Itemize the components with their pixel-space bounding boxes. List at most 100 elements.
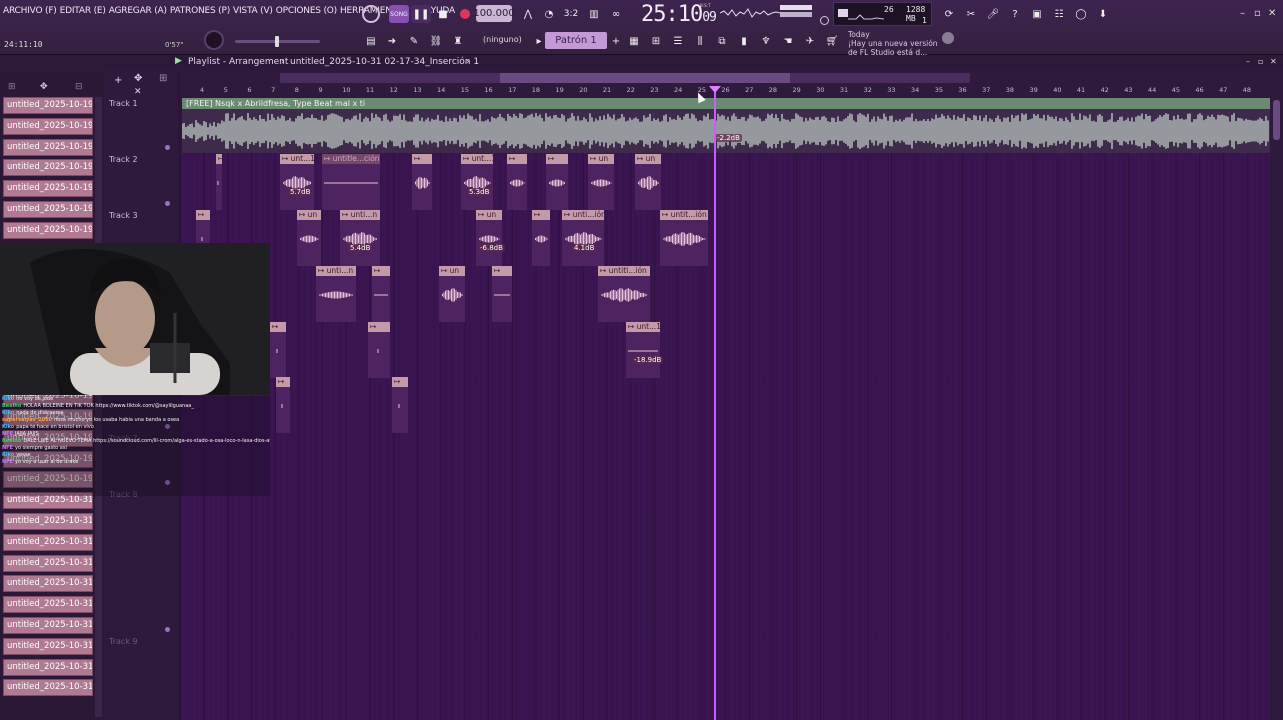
audio-clip[interactable]: ↦ unt...1 5.7dB: [280, 154, 314, 210]
audio-clip[interactable]: ↦: [270, 322, 286, 378]
track-2-enable-dot[interactable]: [165, 201, 170, 206]
track-3-label[interactable]: Track 3: [109, 211, 138, 220]
audio-clip[interactable]: ↦: [546, 154, 568, 210]
audio-clip[interactable]: ↦ untitl...ión 1: [598, 266, 650, 322]
track-2-label[interactable]: Track 2: [109, 155, 138, 164]
clip-header[interactable]: ↦: [196, 210, 210, 220]
browser-pattern-item[interactable]: untitled_2025-10-19 21-...: [3, 97, 93, 114]
audio-clip[interactable]: ↦ un: [588, 154, 614, 210]
browser-pattern-item[interactable]: untitled_2025-10-31 02-...: [3, 554, 93, 572]
audio-clip[interactable]: ↦ unti...n 1 5.4dB: [340, 210, 380, 266]
output-volume-icon[interactable]: [820, 16, 829, 25]
clip-header[interactable]: ↦ unti...n 1: [340, 210, 380, 220]
add-track-icon[interactable]: +: [114, 75, 122, 86]
track-close-icon[interactable]: ✕: [134, 87, 142, 97]
audio-clip[interactable]: ↦ unt...1 -18.9dB: [626, 322, 664, 378]
mixer-view-icon[interactable]: ⫼: [691, 32, 709, 50]
track-move-icon[interactable]: ✥: [134, 73, 142, 84]
clip-header[interactable]: ↦: [412, 154, 432, 164]
metronome-icon[interactable]: ⋀: [519, 5, 537, 23]
playhead[interactable]: [714, 88, 716, 720]
clip-header[interactable]: ↦: [368, 322, 390, 332]
audio-clip[interactable]: ↦ un: [635, 154, 661, 210]
clip-header[interactable]: ↦: [507, 154, 527, 164]
playhead-marker[interactable]: [709, 86, 721, 93]
browser-pattern-item[interactable]: untitled_2025-10-31 02-...: [3, 679, 93, 697]
audio-clip[interactable]: ↦: [276, 377, 290, 433]
add-pattern-icon[interactable]: +: [607, 32, 625, 50]
browser-pattern-item[interactable]: untitled_2025-10-31 02-...: [3, 658, 93, 676]
browser-pattern-item[interactable]: untitled_2025-10-31 02-...: [3, 512, 93, 530]
step-edit-icon[interactable]: ▥: [585, 5, 603, 23]
download-icon[interactable]: ⬇: [1094, 5, 1112, 23]
clip-header[interactable]: ↦ unt...1: [461, 154, 493, 164]
link-icon[interactable]: ⛓: [427, 32, 445, 50]
audio-clip[interactable]: ↦: [216, 154, 222, 210]
overview-selection[interactable]: [500, 73, 790, 83]
menu-add[interactable]: AGREGAR (A): [109, 6, 167, 16]
browser-move-icon[interactable]: ✥: [40, 82, 48, 92]
clip-header[interactable]: ↦ untitle...ción 1: [322, 154, 380, 164]
track-1-enable-dot[interactable]: [165, 145, 170, 150]
clip-header[interactable]: ↦ un: [297, 210, 321, 220]
help-icon[interactable]: ?: [1006, 5, 1024, 23]
clip-header[interactable]: ↦: [392, 377, 408, 387]
browser-pattern-item[interactable]: untitled_2025-10-19 21-...: [3, 117, 93, 135]
slider-handle[interactable]: [275, 36, 279, 47]
playlist-icon[interactable]: ▦: [625, 32, 643, 50]
browser-pattern-item[interactable]: untitled_2025-10-31 02-...: [3, 533, 93, 551]
browser-options-icon[interactable]: ⊟: [75, 82, 83, 92]
audio-clip[interactable]: ↦ un: [439, 266, 465, 322]
track-9-label[interactable]: Track 9: [109, 637, 138, 646]
arrow-right-icon[interactable]: ➜: [383, 32, 401, 50]
audio-clip[interactable]: ↦ untit...ión 1: [660, 210, 708, 266]
project-info-icon[interactable]: ✈: [801, 32, 819, 50]
play-icon[interactable]: ▶: [175, 56, 182, 66]
clip-header[interactable]: ↦ untitl...ión 1: [598, 266, 650, 276]
menu-view[interactable]: VISTA (V): [233, 6, 273, 16]
browser-pattern-item[interactable]: untitled_2025-10-19 21-...: [3, 138, 93, 156]
touch-keyboard-icon[interactable]: ☚: [779, 32, 797, 50]
playlist-minimize-icon[interactable]: –: [1246, 57, 1250, 66]
playlist-close-icon[interactable]: ✕: [1270, 57, 1277, 66]
browser-pattern-item[interactable]: untitled_2025-10-31 02-...: [3, 575, 93, 593]
track-options-icon[interactable]: ⊞: [159, 73, 167, 84]
clip-header[interactable]: ↦ un: [635, 154, 661, 164]
clip-header[interactable]: ↦ unti...ión 1: [562, 210, 604, 220]
audio-clip[interactable]: ↦: [507, 154, 527, 210]
piano-roll-icon[interactable]: ☰: [669, 32, 687, 50]
maximize-icon[interactable]: ▫: [1254, 8, 1261, 19]
tempo-display[interactable]: 100.000: [473, 5, 515, 22]
audio-clip[interactable]: ↦: [492, 266, 512, 322]
clip-header[interactable]: ↦ un: [588, 154, 614, 164]
clip-header[interactable]: ↦: [372, 266, 390, 276]
tempo-tap-icon[interactable]: [362, 5, 380, 23]
audio-clip[interactable]: ↦ unti...ión 1 4.1dB: [562, 210, 604, 266]
snap-selector[interactable]: (ninguno): [483, 35, 522, 44]
crumb-arrow-icon[interactable]: ›: [466, 57, 470, 67]
plugin-picker-icon[interactable]: ▮: [735, 32, 753, 50]
browser-pattern-item[interactable]: untitled_2025-10-19 21-...: [3, 159, 93, 177]
clip-header[interactable]: ↦: [276, 377, 290, 387]
audio-clip[interactable]: ↦ un: [297, 210, 321, 266]
vertical-scrollbar[interactable]: [1270, 70, 1283, 720]
clip-header[interactable]: ↦ unt...1: [280, 154, 314, 164]
audio-clip[interactable]: ↦: [412, 154, 432, 210]
clip-header[interactable]: ↦ un: [439, 266, 465, 276]
master-pitch-slider[interactable]: [235, 36, 320, 47]
audio-clip[interactable]: ↦ un -6.8dB: [476, 210, 505, 266]
audio-clip[interactable]: ↦: [392, 377, 408, 433]
clip-header[interactable]: ↦ unti...n 1: [316, 266, 356, 276]
browser-pattern-item[interactable]: untitled_2025-10-31 02-...: [3, 596, 93, 614]
browser-pattern-item[interactable]: untitled_2025-10-19 21-...: [3, 180, 93, 198]
mic-icon[interactable]: 🎤︎: [984, 5, 1002, 23]
timeline-ruler[interactable]: 4 5 6 7 8 9 10 11 12 13 14 15 16 17 18 19 20 21 22 23 24 25 26…: [180, 70, 1270, 97]
audio-clip[interactable]: ↦ unt...1 5.3dB: [461, 154, 493, 210]
main-audio-clip-header[interactable]: [FREE] Nsqk x Abrildfresa, Type Beat mal…: [182, 98, 1270, 109]
scroll-thumb[interactable]: [1273, 100, 1280, 140]
track-1-label[interactable]: Track 1: [109, 99, 138, 108]
clip-header[interactable]: ↦ untit...ión 1: [660, 210, 708, 220]
stop-icon[interactable]: ■: [433, 5, 453, 23]
track-8-enable-dot[interactable]: [165, 627, 170, 632]
chat-icon[interactable]: ◯: [1072, 5, 1090, 23]
